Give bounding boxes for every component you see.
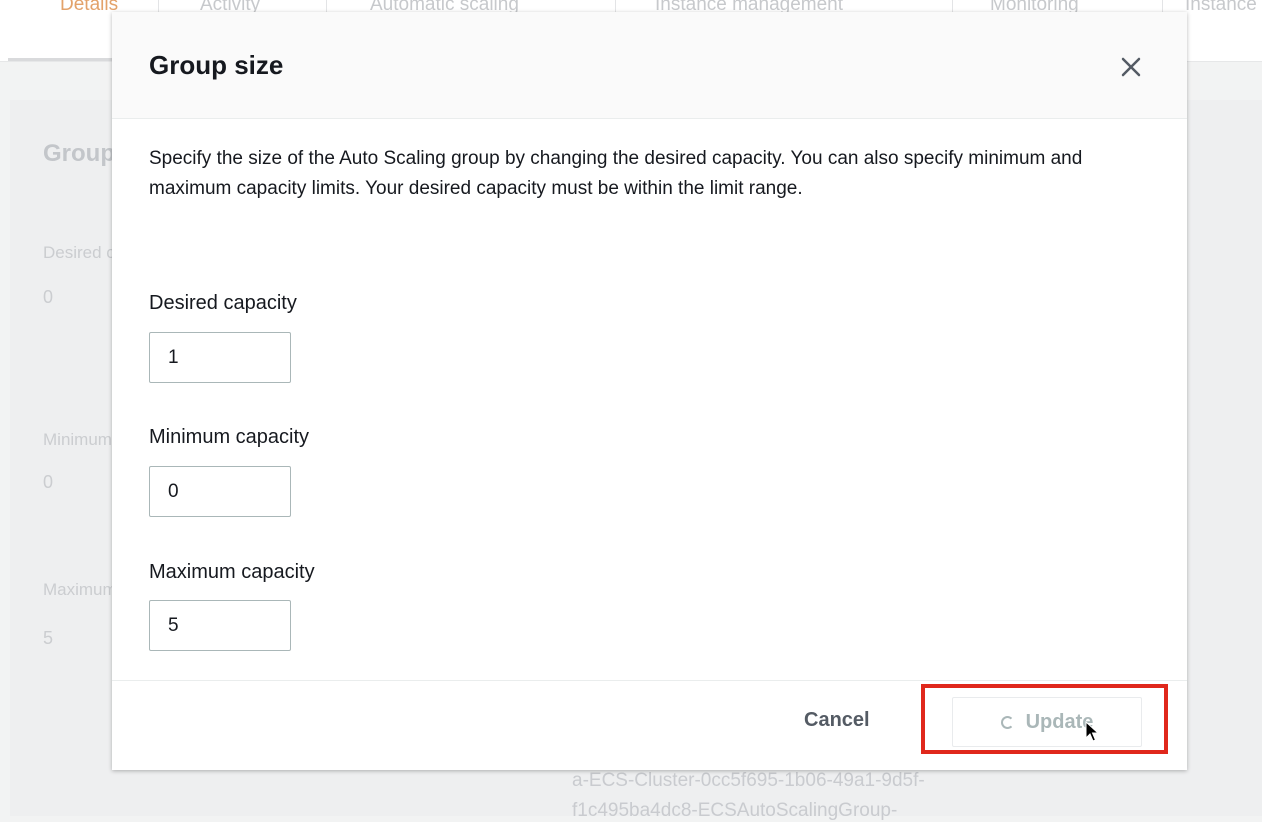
mouse-pointer-icon — [1085, 721, 1099, 742]
update-button-label: Update — [1025, 710, 1094, 733]
modal-description: Specify the size of the Auto Scaling gro… — [149, 148, 1083, 199]
close-icon — [1121, 57, 1141, 77]
spinner-icon — [1000, 715, 1014, 729]
modal-body: Specify the size of the Auto Scaling gro… — [149, 144, 1149, 204]
desired-capacity-label: Desired capacity — [149, 292, 297, 314]
minimum-capacity-value: 0 — [43, 472, 54, 492]
tab-details[interactable]: Details — [60, 0, 118, 16]
group-size-modal: Group size Specify the size of the Auto … — [112, 12, 1187, 770]
modal-header: Group size — [112, 12, 1187, 119]
group-name-line2: f1c495ba4dc8-ECSAutoScalingGroup- — [572, 800, 898, 821]
modal-footer-divider — [112, 680, 1187, 681]
maximum-capacity-value: 5 — [43, 628, 54, 648]
group-name-line1: a-ECS-Cluster-0cc5f695-1b06-49a1-9d5f- — [572, 770, 925, 791]
desired-capacity-input[interactable] — [149, 332, 291, 383]
desired-capacity-value: 0 — [43, 287, 54, 307]
cancel-button[interactable]: Cancel — [804, 709, 870, 732]
modal-title: Group size — [149, 50, 284, 80]
maximum-capacity-input[interactable] — [149, 600, 291, 651]
close-button[interactable] — [1113, 49, 1149, 85]
minimum-capacity-label: Minimum capacity — [149, 426, 310, 448]
tab-instance-refresh[interactable]: Instance refresh — [1185, 0, 1262, 16]
minimum-capacity-input[interactable] — [149, 466, 291, 517]
update-button[interactable]: Update — [952, 697, 1142, 747]
maximum-capacity-label: Maximum capacity — [149, 561, 315, 583]
